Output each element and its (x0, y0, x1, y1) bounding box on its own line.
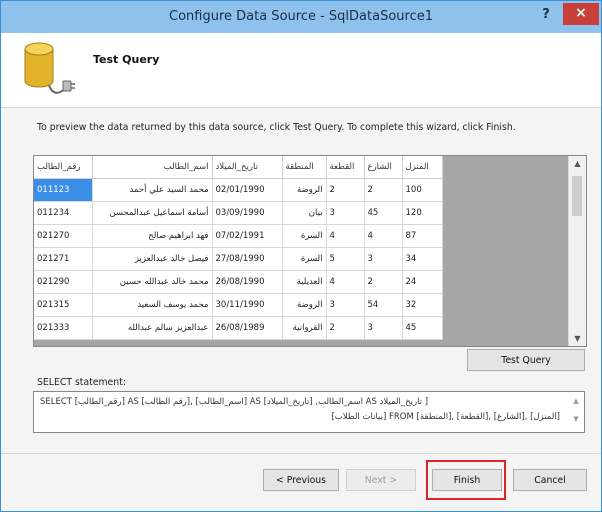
table-cell[interactable]: 4 (364, 224, 403, 248)
table-cell[interactable]: 021290 (34, 270, 93, 294)
column-header[interactable]: رقم_الطالب (34, 156, 93, 179)
table-cell[interactable]: 3 (364, 247, 403, 271)
finish-button[interactable]: Finish (432, 469, 502, 491)
database-icon (19, 41, 77, 101)
test-query-button[interactable]: Test Query (467, 349, 585, 371)
column-header[interactable]: القطعة (326, 156, 365, 179)
table-cell[interactable]: 24 (402, 270, 443, 294)
column-header[interactable]: تاريخ_الميلاد (212, 156, 283, 179)
previous-button[interactable]: < Previous (263, 469, 339, 491)
grid-vertical-scrollbar[interactable]: ▲ ▼ (568, 156, 586, 346)
table-cell[interactable]: الروضة (282, 293, 327, 317)
table-cell[interactable]: بيان (282, 201, 327, 225)
table-cell[interactable]: 26/08/1990 (212, 270, 283, 294)
table-cell[interactable]: 021333 (34, 316, 93, 340)
table-cell[interactable]: 87 (402, 224, 443, 248)
table-cell[interactable]: 011123 (34, 178, 93, 202)
sql-scrollbar[interactable]: ▲ ▼ (568, 392, 584, 432)
help-button[interactable]: ? (533, 3, 559, 29)
table-cell[interactable]: 54 (364, 293, 403, 317)
table-cell[interactable]: 02/01/1990 (212, 178, 283, 202)
column-header[interactable]: المنطقة (282, 156, 327, 179)
table-cell[interactable]: 3 (326, 293, 365, 317)
table-cell[interactable]: السرة (282, 224, 327, 248)
sql-statement-label: SELECT statement: (37, 377, 126, 388)
table-cell[interactable]: 3 (364, 316, 403, 340)
table-cell[interactable]: فيصل خالد عبدالعزيز (92, 247, 213, 271)
table-cell[interactable]: محمد يوسف السعيد (92, 293, 213, 317)
table-cell[interactable]: 2 (364, 270, 403, 294)
column-header[interactable]: اسم_الطالب (92, 156, 213, 179)
table-cell[interactable]: 021315 (34, 293, 93, 317)
table-cell[interactable]: 26/08/1989 (212, 316, 283, 340)
cancel-button[interactable]: Cancel (513, 469, 587, 491)
scroll-thumb[interactable] (572, 176, 582, 216)
results-table: رقم_الطالب اسم_الطالب تاريخ_الميلاد المن… (34, 156, 443, 340)
table-cell[interactable]: 4 (326, 270, 365, 294)
table-row[interactable]: 011234 أسامة اسماعيل عبدالمحسن 03/09/199… (34, 201, 443, 225)
sql-line-1: SELECT [رقم_الطالب] AS [رقم الطالب], [اس… (40, 397, 429, 407)
table-cell[interactable]: العديلية (282, 270, 327, 294)
scroll-up-icon[interactable]: ▲ (569, 159, 586, 168)
wizard-header: Test Query (1, 33, 601, 108)
table-cell[interactable]: 2 (364, 178, 403, 202)
title-bar[interactable]: Configure Data Source - SqlDataSource1 ?… (1, 1, 601, 33)
instruction-text: To preview the data returned by this dat… (37, 122, 516, 133)
table-row[interactable]: 011123 محمد السيد علي أحمد 02/01/1990 ال… (34, 178, 443, 202)
table-cell[interactable]: 021271 (34, 247, 93, 271)
dialog-window: Configure Data Source - SqlDataSource1 ?… (0, 0, 602, 512)
table-cell[interactable]: الروضة (282, 178, 327, 202)
table-row[interactable]: 021315 محمد يوسف السعيد 30/11/1990 الروض… (34, 293, 443, 317)
table-cell[interactable]: 30/11/1990 (212, 293, 283, 317)
table-cell[interactable]: 4 (326, 224, 365, 248)
scroll-up-icon[interactable]: ▲ (568, 397, 584, 405)
table-cell[interactable]: عبدالعزيز سالم عبدالله (92, 316, 213, 340)
scroll-down-icon[interactable]: ▼ (568, 415, 584, 423)
column-header[interactable]: الشارع (364, 156, 403, 179)
table-cell[interactable]: 100 (402, 178, 443, 202)
table-cell[interactable]: محمد السيد علي أحمد (92, 178, 213, 202)
page-title: Test Query (93, 53, 160, 66)
column-header[interactable]: المنزل (402, 156, 443, 179)
close-button[interactable]: × (563, 3, 599, 25)
table-cell[interactable]: السرة (282, 247, 327, 271)
table-cell[interactable]: 07/02/1991 (212, 224, 283, 248)
table-cell[interactable]: القروانية (282, 316, 327, 340)
table-cell[interactable]: 011234 (34, 201, 93, 225)
table-cell[interactable]: 32 (402, 293, 443, 317)
table-cell[interactable]: أسامة اسماعيل عبدالمحسن (92, 201, 213, 225)
table-cell[interactable]: 45 (402, 316, 443, 340)
table-cell[interactable]: 27/08/1990 (212, 247, 283, 271)
table-cell[interactable]: 3 (326, 201, 365, 225)
table-cell[interactable]: 34 (402, 247, 443, 271)
scroll-down-icon[interactable]: ▼ (569, 334, 586, 343)
sql-line-2: [المنزل] ,[الشارع] ,[القطعة] ,[المنطقة] … (331, 412, 560, 422)
table-cell[interactable]: محمد خالد عبدالله حسين (92, 270, 213, 294)
footer-divider (1, 453, 601, 454)
table-row[interactable]: 021270 فهد ابراهيم صالح 07/02/1991 السرة… (34, 224, 443, 248)
table-row[interactable]: 021271 فيصل خالد عبدالعزيز 27/08/1990 ال… (34, 247, 443, 271)
table-row[interactable]: 021333 عبدالعزيز سالم عبدالله 26/08/1989… (34, 316, 443, 340)
table-cell[interactable]: 5 (326, 247, 365, 271)
table-cell[interactable]: 03/09/1990 (212, 201, 283, 225)
table-cell[interactable]: 2 (326, 178, 365, 202)
window-title: Configure Data Source - SqlDataSource1 (169, 9, 433, 24)
table-cell[interactable]: 120 (402, 201, 443, 225)
table-header-row: رقم_الطالب اسم_الطالب تاريخ_الميلاد المن… (34, 156, 443, 179)
results-grid[interactable]: رقم_الطالب اسم_الطالب تاريخ_الميلاد المن… (33, 155, 587, 347)
table-cell[interactable]: 45 (364, 201, 403, 225)
table-cell[interactable]: 021270 (34, 224, 93, 248)
table-cell[interactable]: فهد ابراهيم صالح (92, 224, 213, 248)
sql-statement-box[interactable]: SELECT [رقم_الطالب] AS [رقم الطالب], [اس… (33, 391, 585, 433)
table-row[interactable]: 021290 محمد خالد عبدالله حسين 26/08/1990… (34, 270, 443, 294)
table-cell[interactable]: 2 (326, 316, 365, 340)
next-button[interactable]: Next > (346, 469, 416, 491)
